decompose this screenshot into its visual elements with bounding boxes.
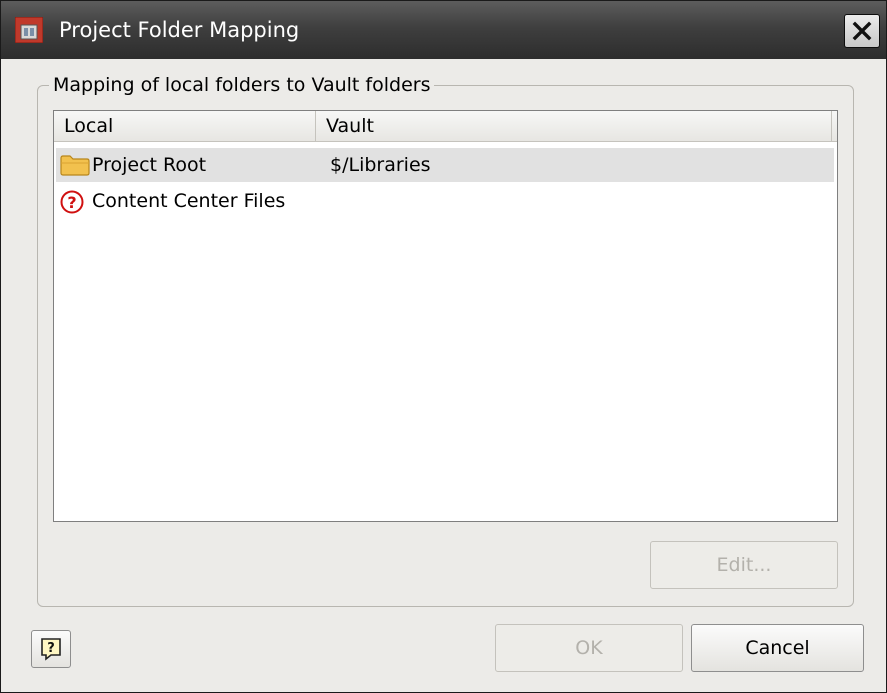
ok-button[interactable]: OK xyxy=(495,624,683,672)
list-row-content-center-files[interactable]: ? Content Center Files xyxy=(56,184,834,218)
list-header: Local Vault xyxy=(54,111,837,142)
app-icon xyxy=(14,16,44,44)
close-icon xyxy=(852,21,872,41)
cancel-button[interactable]: Cancel xyxy=(691,624,864,672)
window-title: Project Folder Mapping xyxy=(59,18,300,42)
row-local-path: Project Root xyxy=(92,154,207,176)
svg-text:?: ? xyxy=(47,641,55,656)
help-icon: ? xyxy=(41,638,61,661)
list-row-project-root[interactable]: Project Root $/Libraries xyxy=(56,148,834,182)
row-local-path: Content Center Files xyxy=(92,190,286,212)
project-folder-mapping-dialog: Project Folder Mapping Mapping of local … xyxy=(0,0,887,693)
column-header-local[interactable]: Local xyxy=(54,111,316,141)
question-icon: ? xyxy=(60,190,84,219)
row-vault-path: $/Libraries xyxy=(330,154,431,176)
title-bar[interactable]: Project Folder Mapping xyxy=(1,1,886,59)
help-button[interactable]: ? xyxy=(31,630,71,668)
folder-mapping-list[interactable]: Local Vault Project Root $/Libraries ? C… xyxy=(53,110,838,522)
folder-icon xyxy=(60,154,90,181)
edit-button[interactable]: Edit... xyxy=(650,541,838,589)
close-button[interactable] xyxy=(844,14,880,48)
column-header-vault[interactable]: Vault xyxy=(316,111,832,141)
svg-text:?: ? xyxy=(67,193,76,212)
mapping-groupbox-label: Mapping of local folders to Vault folder… xyxy=(49,74,435,96)
